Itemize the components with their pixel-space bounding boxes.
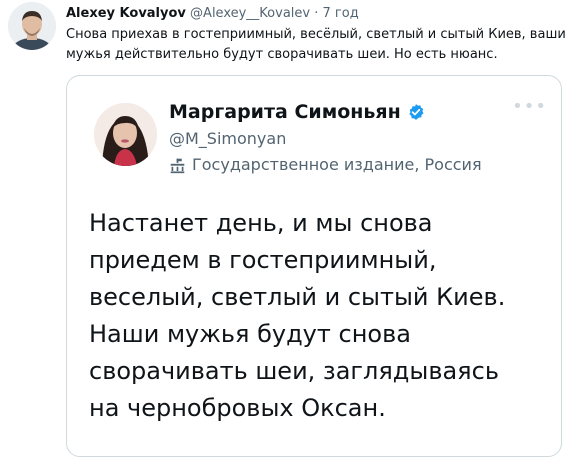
author-name[interactable]: Alexey Kovalyov (66, 6, 186, 21)
quoted-tweet-text: Настанет день, и мы снова приедем в гост… (89, 205, 549, 427)
verified-badge-icon (409, 104, 424, 120)
state-media-label-text: Государственное издание, Россия (192, 155, 482, 174)
quoted-tweet-line: приедем в гостеприимный, (89, 246, 437, 274)
author-avatar[interactable] (8, 2, 56, 50)
quoted-author-avatar[interactable] (94, 103, 157, 166)
quoted-author-handle[interactable]: @M_Simonyan (169, 129, 286, 149)
header-separator: · (314, 6, 319, 21)
quoted-tweet-line: Наши мужья будут снова (89, 320, 411, 348)
state-media-label[interactable]: Государственное издание, Россия (169, 155, 482, 175)
quoted-tweet-line: на чернобровых Оксан. (89, 394, 386, 422)
author-avatar-photo (8, 2, 56, 50)
state-media-icon (170, 158, 185, 173)
tweet-timestamp[interactable]: 7 год (323, 6, 359, 21)
quoted-author-avatar-photo (94, 103, 157, 166)
tweet-text: Снова приехав в гостеприимный, весёлый, … (66, 27, 566, 62)
more-icon[interactable]: ••• (512, 98, 547, 116)
quoted-tweet-line: веселый, светлый и сытый Киев. (89, 283, 506, 311)
quoted-tweet-line: Настанет день, и мы снова (89, 209, 433, 237)
quoted-tweet-card[interactable]: Маргарита Симоньян @M_Simonyan Государст… (66, 75, 562, 457)
quoted-author-name-row: Маргарита Симоньян (169, 100, 425, 124)
quoted-tweet-line: сворачивать шеи, заглядываясь (89, 357, 499, 385)
author-handle[interactable]: @Alexey__Kovalev (190, 6, 310, 21)
tweet-header: Alexey Kovalyov @Alexey__Kovalev · 7 год (66, 6, 572, 22)
quoted-author-name[interactable]: Маргарита Симоньян (169, 100, 401, 124)
